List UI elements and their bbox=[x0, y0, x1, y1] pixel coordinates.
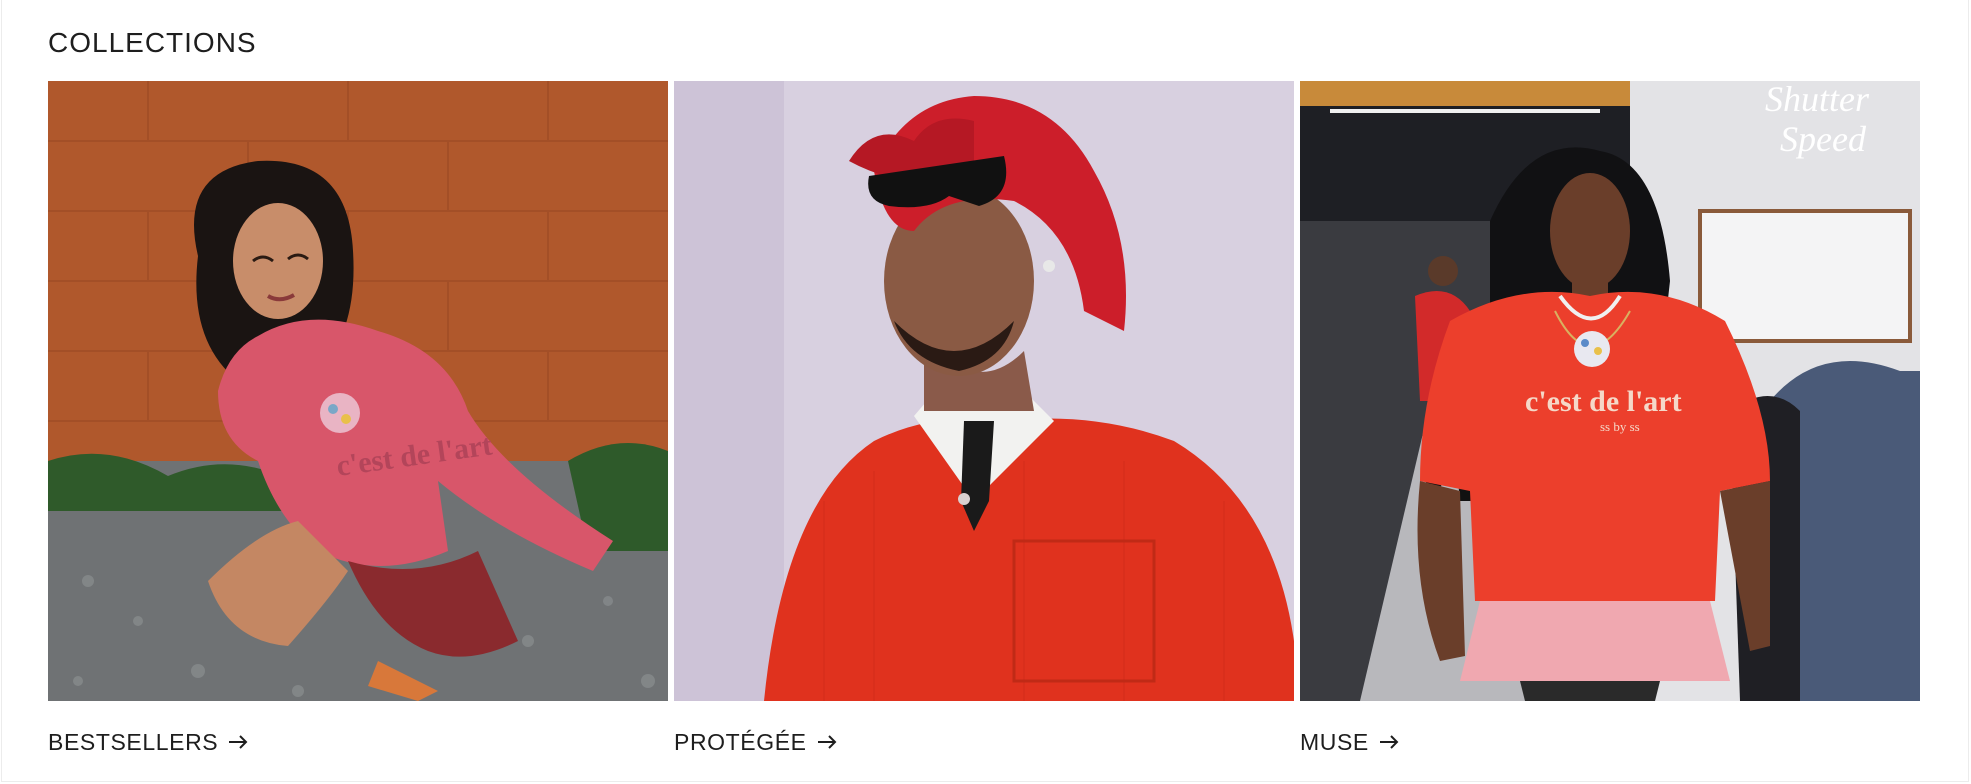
protegee-photo bbox=[674, 81, 1294, 701]
neon-sign-line2: Speed bbox=[1780, 119, 1867, 159]
collection-label-muse: MUSE bbox=[1300, 728, 1369, 755]
neon-sign-line1: Shutter bbox=[1765, 81, 1870, 119]
collection-card-muse[interactable]: Shutter Speed c'est de l'art ss by ss MU… bbox=[1300, 81, 1920, 759]
collection-link-bestsellers[interactable]: BESTSELLERS bbox=[48, 725, 668, 759]
collection-image-bestsellers[interactable]: c'est de l'art bbox=[48, 81, 668, 701]
collections-grid: c'est de l'art BESTSELLERS PROTÉGÉE Shut… bbox=[48, 81, 1920, 759]
bestsellers-photo: c'est de l'art bbox=[48, 81, 668, 701]
collection-label-protegee: PROTÉGÉE bbox=[674, 728, 807, 755]
collection-card-protegee[interactable]: PROTÉGÉE bbox=[674, 81, 1294, 759]
collection-card-bestsellers[interactable]: c'est de l'art BESTSELLERS bbox=[48, 81, 668, 759]
print-subtext-muse: ss by ss bbox=[1600, 419, 1640, 434]
muse-photo: Shutter Speed c'est de l'art ss by ss bbox=[1300, 81, 1920, 701]
arrow-right-icon bbox=[229, 735, 248, 749]
arrow-right-icon bbox=[1379, 735, 1399, 749]
section-title: COLLECTIONS bbox=[48, 27, 257, 59]
collection-image-protegee[interactable] bbox=[674, 81, 1294, 701]
print-text-muse: c'est de l'art bbox=[1525, 385, 1682, 418]
arrow-right-icon bbox=[817, 735, 837, 749]
collection-image-muse[interactable]: Shutter Speed c'est de l'art ss by ss bbox=[1300, 81, 1920, 701]
collection-link-protegee[interactable]: PROTÉGÉE bbox=[674, 725, 1294, 759]
collection-link-muse[interactable]: MUSE bbox=[1300, 725, 1920, 759]
collection-label-bestsellers: BESTSELLERS bbox=[48, 728, 219, 755]
